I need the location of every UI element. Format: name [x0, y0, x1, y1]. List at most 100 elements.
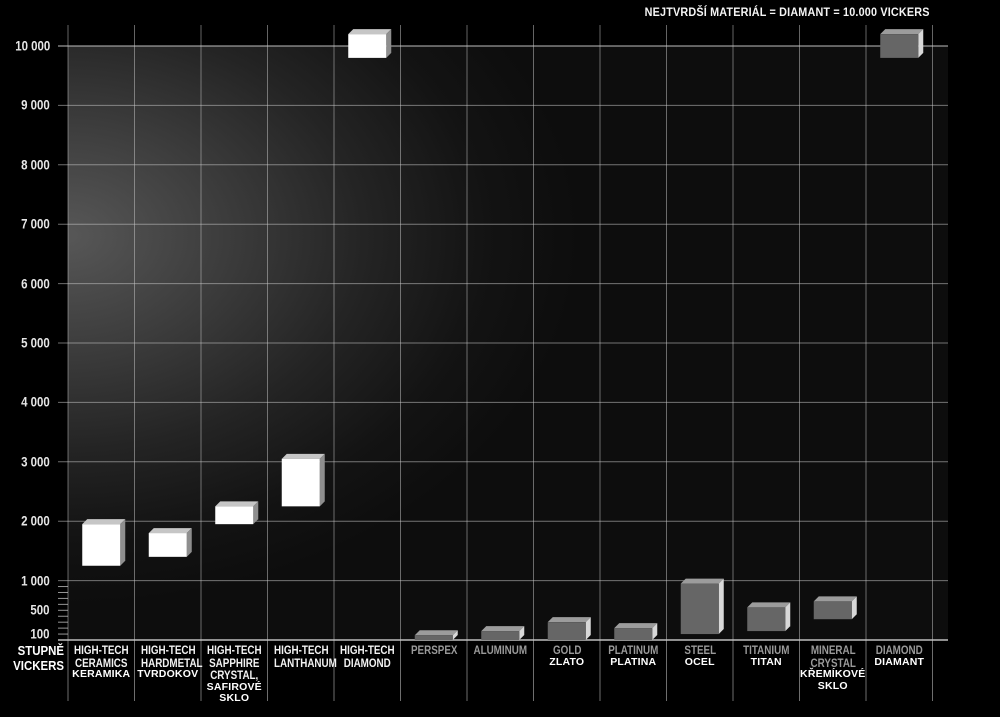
material-name-cz: SKLO [800, 681, 867, 693]
material-name-cz: KERAMIKA [68, 669, 135, 681]
y-tick-label-7000: 7 000 [21, 217, 50, 232]
chart-title: NEJTVRDŠÍ MATERIÁL = DIAMANT = 10.000 VI… [645, 5, 930, 19]
material-name-cz: KŘEMÍKOVÉ [800, 669, 867, 681]
bar-side-face [918, 29, 923, 58]
material-name-en: CRYSTAL [805, 657, 860, 670]
y-tick-label-6000: 6 000 [21, 276, 50, 291]
bar-titanium [747, 602, 790, 631]
bar-front-face [880, 34, 918, 58]
bar-top-face [348, 29, 391, 34]
bar-top-face [747, 602, 790, 607]
category-label-high-tech-lanthanum: HIGH-TECHLANTHANUM [268, 644, 335, 669]
y-tick-label-100: 100 [31, 627, 50, 642]
bar-front-face [82, 524, 120, 566]
bar-front-face [681, 584, 719, 634]
material-name-en: HARDMETAL [140, 657, 195, 670]
material-name-en: LANTHANUM [273, 657, 328, 670]
bar-front-face [282, 459, 320, 507]
bar-high-tech-lanthanum [282, 454, 325, 507]
material-name-en: ALUMINUM [473, 644, 528, 657]
material-name-en: PLATINUM [606, 644, 661, 657]
material-name-cz: OCEL [667, 657, 734, 669]
bar-side-face [386, 29, 391, 58]
category-label-steel: STEELOCEL [667, 644, 734, 668]
bar-mineral-crystal [814, 596, 857, 619]
y-tick-label-2000: 2 000 [21, 514, 50, 529]
material-name-cz: PLATINA [600, 657, 667, 669]
bar-top-face [614, 623, 657, 628]
bar-diamond [880, 29, 923, 58]
material-name-en: GOLD [539, 644, 594, 657]
bar-high-tech-diamond [348, 29, 391, 58]
bar-front-face [415, 635, 453, 640]
bar-side-face [785, 602, 790, 631]
bar-front-face [215, 506, 253, 524]
material-name-en: CERAMICS [74, 657, 129, 670]
vickers-hardness-chart: NEJTVRDŠÍ MATERIÁL = DIAMANT = 10.000 VI… [0, 0, 1000, 717]
category-label-high-tech-sapphire-crystal: HIGH-TECHSAPPHIRECRYSTAL,SAFIROVÉSKLO [201, 644, 268, 705]
bar-top-face [282, 454, 325, 459]
bar-top-face [814, 596, 857, 601]
bar-top-face [548, 617, 591, 622]
y-tick-label-8000: 8 000 [21, 157, 50, 172]
bar-front-face [548, 622, 586, 640]
material-name-cz: ZLATO [534, 657, 601, 669]
category-label-mineral-crystal: MINERALCRYSTALKŘEMÍKOVÉSKLO [800, 644, 867, 692]
category-label-high-tech-ceramics: HIGH-TECHCERAMICSKERAMIKA [68, 644, 135, 681]
bar-side-face [719, 579, 724, 634]
bar-top-face [481, 626, 524, 631]
material-name-en: STEEL [672, 644, 727, 657]
category-label-high-tech-diamond: HIGH-TECHDIAMOND [334, 644, 401, 669]
bar-side-face [120, 519, 125, 566]
y-axis-title: STUPNĚ VICKERS [8, 644, 64, 673]
bar-front-face [814, 601, 852, 619]
material-name-en: CRYSTAL, [207, 669, 262, 682]
bar-perspex [415, 630, 458, 640]
y-axis-title-line1: STUPNĚ [8, 644, 64, 659]
y-axis-labels: 10 000 9 000 8 000 7 000 6 000 5 000 4 000 3 00… [0, 0, 56, 660]
bar-high-tech-hardmetal [149, 528, 192, 557]
bar-steel [681, 579, 724, 634]
category-label-gold: GOLDZLATO [534, 644, 601, 668]
y-tick-label-9000: 9 000 [21, 98, 50, 113]
material-name-en: PERSPEX [406, 644, 461, 657]
category-label-high-tech-hardmetal: HIGH-TECHHARDMETALTVRDOKOV [135, 644, 202, 681]
material-name-en: DIAMOND [872, 644, 927, 657]
bar-top-face [149, 528, 192, 533]
y-tick-label-500: 500 [31, 603, 50, 618]
y-tick-label-5000: 5 000 [21, 336, 50, 351]
bar-front-face [348, 34, 386, 58]
bar-top-face [880, 29, 923, 34]
material-name-en: DIAMOND [340, 657, 395, 670]
bar-side-face [187, 528, 192, 557]
bar-side-face [320, 454, 325, 507]
bar-top-face [681, 579, 724, 584]
material-name-cz: TITAN [733, 657, 800, 669]
bar-top-face [215, 501, 258, 506]
bar-high-tech-ceramics [82, 519, 125, 566]
bar-gold [548, 617, 591, 640]
category-label-diamond: DIAMONDDIAMANT [866, 644, 933, 668]
bar-front-face [614, 628, 652, 640]
y-tick-label-1000: 1 000 [21, 573, 50, 588]
y-tick-label-4000: 4 000 [21, 395, 50, 410]
bar-high-tech-sapphire-crystal [215, 501, 258, 524]
bar-top-face [82, 519, 125, 524]
material-name-cz: TVRDOKOV [135, 669, 202, 681]
category-label-platinum: PLATINUMPLATINA [600, 644, 667, 668]
y-tick-label-3000: 3 000 [21, 454, 50, 469]
category-label-perspex: PERSPEX [401, 644, 468, 657]
y-axis-title-line2: VICKERS [8, 659, 64, 674]
material-name-en: TITANIUM [739, 644, 794, 657]
bar-aluminum [481, 626, 524, 640]
material-name-cz: SKLO [201, 693, 268, 705]
bar-top-face [415, 630, 458, 635]
category-label-aluminum: ALUMINUM [467, 644, 534, 657]
bar-front-face [747, 607, 785, 631]
bar-platinum [614, 623, 657, 640]
y-tick-label-10000: 10 000 [15, 39, 50, 54]
material-name-cz: DIAMANT [866, 657, 933, 669]
category-label-titanium: TITANIUMTITAN [733, 644, 800, 668]
chart-canvas [0, 0, 1000, 717]
bar-front-face [149, 533, 187, 557]
